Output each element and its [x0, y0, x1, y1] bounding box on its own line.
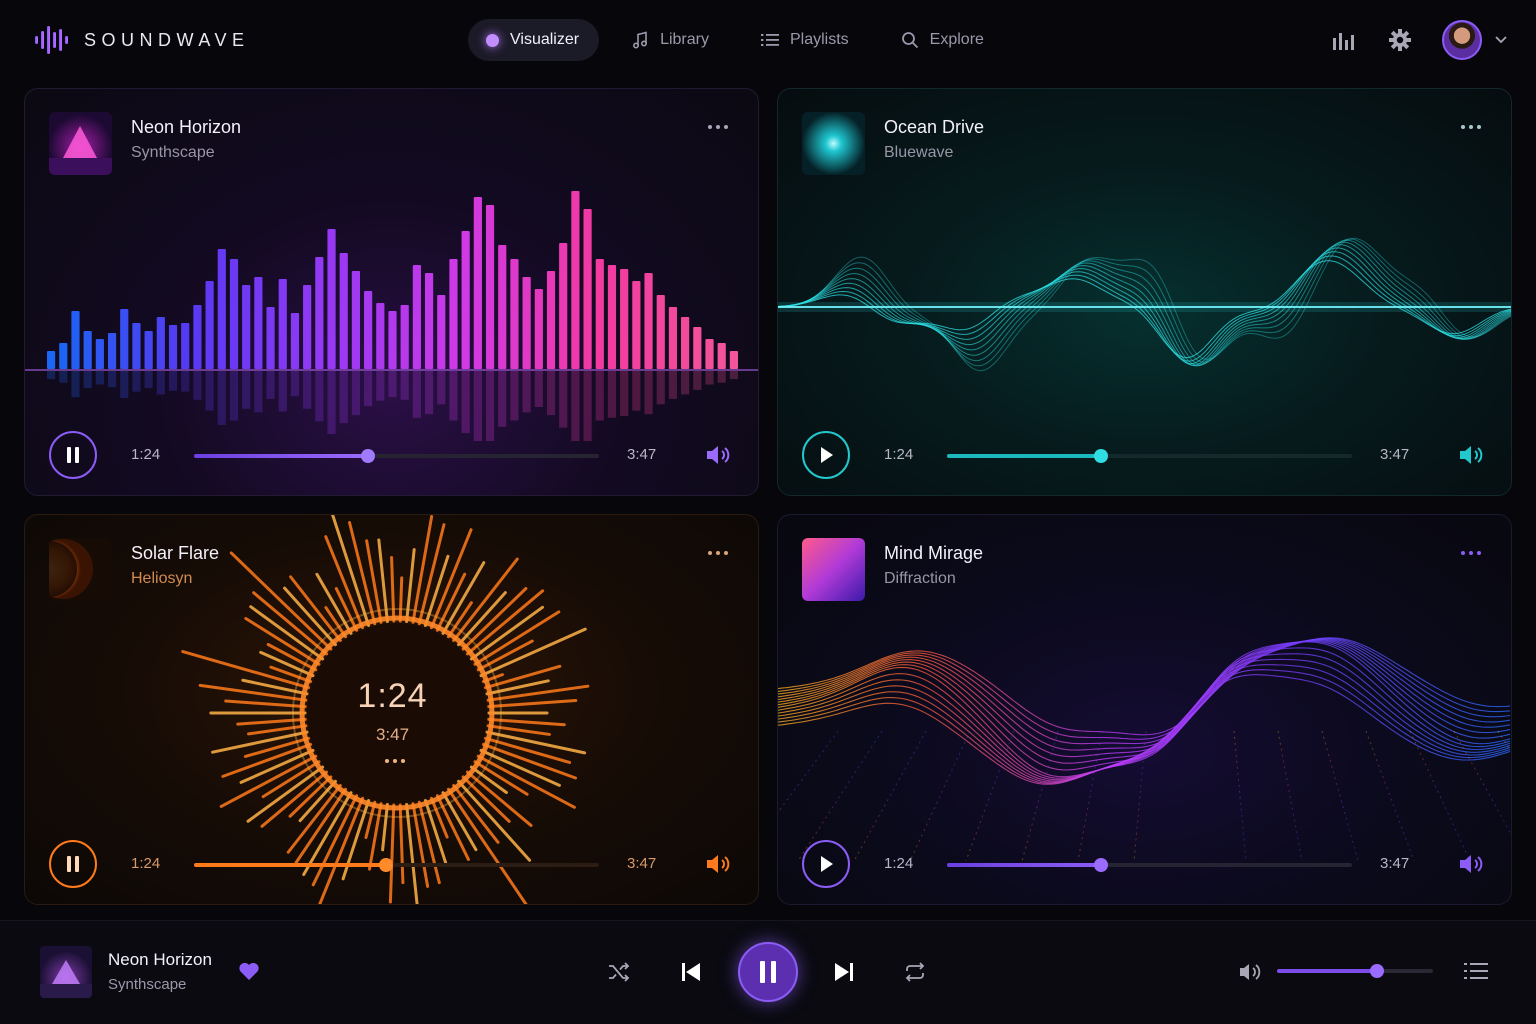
track-title: Ocean Drive — [884, 117, 985, 137]
volume-handle[interactable] — [1369, 964, 1384, 978]
album-art — [49, 112, 112, 175]
duration: 3:47 — [627, 446, 657, 463]
tab-label: Playlists — [789, 31, 849, 48]
logo[interactable]: SOUNDWAVE — [34, 26, 250, 54]
chevron-down-icon[interactable] — [1494, 35, 1508, 45]
track-artist: Diffraction — [884, 570, 956, 587]
progress-slider[interactable] — [194, 449, 599, 463]
progress-handle[interactable] — [379, 858, 394, 872]
pause-icon — [67, 447, 79, 463]
track-title: Neon Horizon — [131, 117, 242, 137]
center-current-time: 1:24 — [357, 677, 428, 715]
now-playing-bar: Neon Horizon Synthscape — [0, 920, 1536, 1024]
player-card-solar-flare: Solar Flare Heliosyn 1:24 3:47 1:24 3:47 — [24, 514, 759, 905]
main-nav: Visualizer Library Playlists Explore — [468, 19, 1016, 61]
soundwave-logo-icon — [35, 26, 68, 54]
shuffle-icon[interactable] — [607, 961, 631, 983]
album-art — [49, 538, 112, 601]
album-art — [802, 112, 865, 175]
app-name: SOUNDWAVE — [84, 29, 250, 50]
more-options-button[interactable] — [1461, 551, 1481, 555]
pause-icon — [760, 961, 776, 983]
track-artist: Heliosyn — [131, 570, 193, 587]
repeat-icon[interactable] — [903, 961, 927, 983]
main-pause-button[interactable] — [738, 942, 798, 1002]
center-more-button[interactable] — [385, 759, 405, 763]
volume-slider[interactable] — [1277, 964, 1433, 978]
more-options-button[interactable] — [1461, 125, 1481, 129]
tab-playlists[interactable]: Playlists — [741, 19, 869, 61]
progress-slider[interactable] — [194, 858, 599, 872]
album-art — [802, 538, 865, 601]
volume-icon[interactable] — [1238, 962, 1262, 982]
center-duration: 3:47 — [375, 725, 410, 744]
more-options-button[interactable] — [708, 125, 728, 129]
gear-icon[interactable] — [1388, 28, 1412, 52]
avatar[interactable] — [1442, 20, 1482, 60]
duration: 3:47 — [627, 855, 657, 872]
volume-icon[interactable] — [1458, 853, 1484, 875]
skip-next-icon[interactable] — [833, 961, 855, 983]
track-title: Solar Flare — [131, 543, 220, 563]
duration: 3:47 — [1380, 446, 1410, 463]
playback-controls: 1:24 3:47 — [49, 431, 739, 479]
now-playing-art — [40, 946, 92, 998]
track-artist: Synthscape — [131, 144, 215, 161]
volume-icon[interactable] — [705, 853, 731, 875]
playback-controls: 1:24 3:47 — [802, 840, 1492, 888]
more-options-button[interactable] — [708, 551, 728, 555]
tab-label: Visualizer — [510, 31, 580, 48]
dot-icon — [486, 33, 499, 47]
volume-icon[interactable] — [1458, 444, 1484, 466]
header-actions — [1300, 20, 1508, 60]
list-icon — [760, 32, 779, 48]
queue-list-icon[interactable] — [1464, 961, 1488, 981]
duration: 3:47 — [1380, 855, 1410, 872]
playback-controls: 1:24 3:47 — [802, 431, 1492, 479]
play-icon — [821, 856, 833, 872]
track-artist: Bluewave — [884, 144, 954, 161]
like-heart-icon[interactable] — [238, 961, 260, 981]
current-time: 1:24 — [884, 855, 914, 872]
current-time: 1:24 — [131, 855, 161, 872]
tab-explore[interactable]: Explore — [881, 19, 1004, 61]
progress-slider[interactable] — [947, 858, 1352, 872]
skip-previous-icon[interactable] — [680, 961, 702, 983]
equalizer-icon[interactable] — [1332, 30, 1356, 50]
current-time: 1:24 — [131, 446, 161, 463]
progress-handle[interactable] — [1093, 449, 1108, 463]
progress-handle[interactable] — [1093, 858, 1108, 872]
tab-label: Library — [660, 31, 709, 48]
current-time: 1:24 — [884, 446, 914, 463]
play-button[interactable] — [802, 431, 850, 479]
player-card-ocean-drive: Ocean Drive Bluewave 1:24 3:47 — [777, 88, 1512, 496]
play-button[interactable] — [802, 840, 850, 888]
now-playing-title: Neon Horizon — [108, 950, 212, 969]
top-bar: SOUNDWAVE Visualizer Library Playlists E… — [0, 0, 1536, 80]
tab-visualizer[interactable]: Visualizer — [468, 19, 600, 61]
volume-icon[interactable] — [705, 444, 731, 466]
search-icon — [901, 31, 919, 49]
player-card-mind-mirage: Mind Mirage Diffraction 1:24 3:47 — [777, 514, 1512, 905]
tab-label: Explore — [929, 31, 984, 48]
player-card-neon-horizon: Neon Horizon Synthscape 1:24 3:47 — [24, 88, 759, 496]
playback-controls: 1:24 3:47 — [49, 840, 739, 888]
tab-library[interactable]: Library — [611, 19, 729, 61]
pause-button[interactable] — [49, 840, 97, 888]
music-note-icon — [631, 31, 649, 49]
progress-slider[interactable] — [947, 449, 1352, 463]
progress-handle[interactable] — [361, 449, 376, 463]
track-title: Mind Mirage — [884, 543, 984, 563]
pause-button[interactable] — [49, 431, 97, 479]
pause-icon — [67, 856, 79, 872]
now-playing-artist: Synthscape — [108, 976, 187, 993]
play-icon — [821, 447, 833, 463]
